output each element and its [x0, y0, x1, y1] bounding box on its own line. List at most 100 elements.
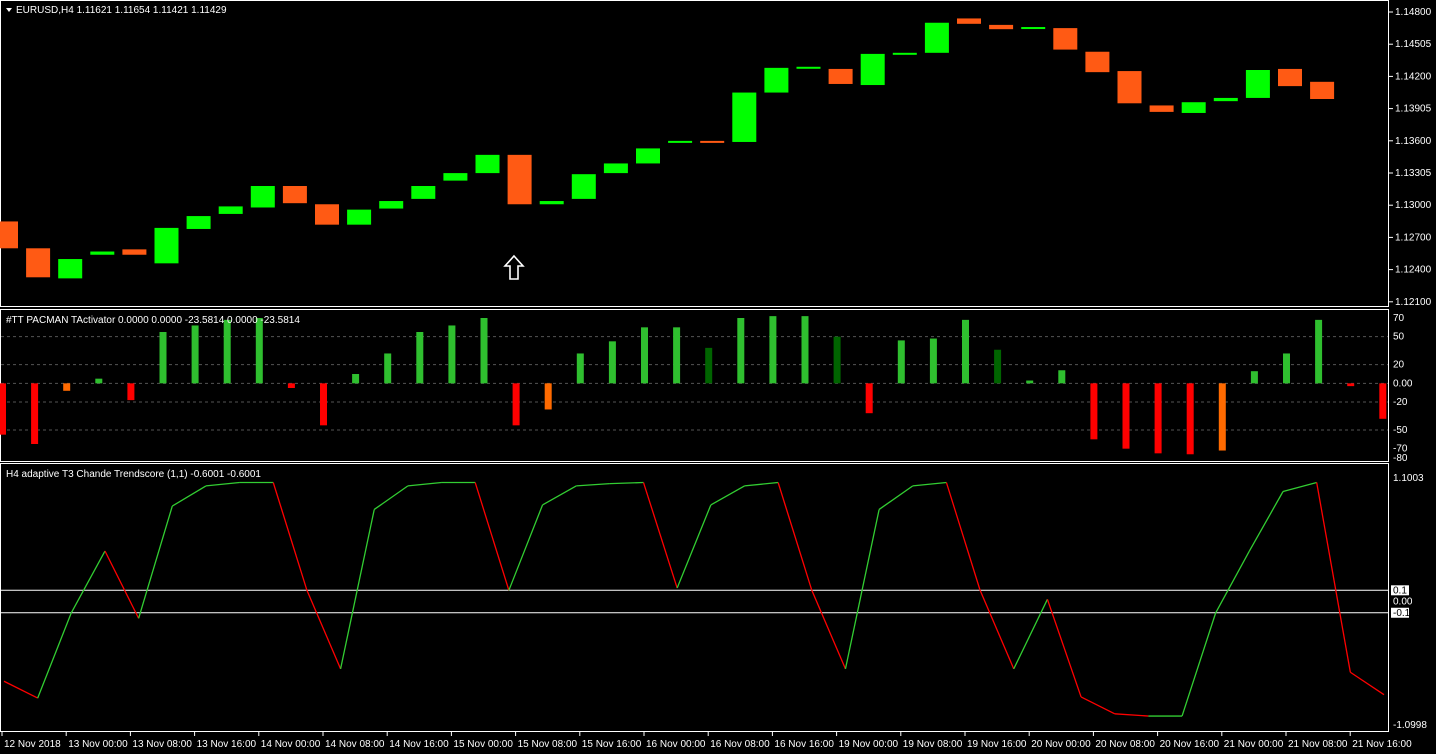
price-tick-label: 1.13600 [1395, 136, 1432, 147]
time-tick-label: 12 Nov 2018 [4, 739, 61, 750]
time-tick-label: 14 Nov 16:00 [389, 739, 449, 750]
bull-candle [411, 186, 436, 199]
histogram-bar [1218, 383, 1226, 451]
histogram-bar [512, 383, 520, 426]
histogram-bar [1122, 383, 1130, 449]
histogram-bar [0, 383, 6, 435]
histogram-bar [994, 349, 1002, 384]
trendscore-segment [945, 482, 981, 591]
bull-candle [924, 22, 949, 53]
trendscore-segment [1349, 671, 1385, 696]
time-tick-label: 15 Nov 16:00 [582, 739, 642, 750]
indicator1-header: #TT PACMAN TActivator 0.0000 0.0000 -23.… [6, 315, 300, 326]
bear-candle [828, 68, 853, 84]
bull-candle [860, 53, 885, 86]
histogram-bar [1250, 371, 1258, 384]
trendscore-segment [642, 482, 678, 589]
time-tick-label: 19 Nov 08:00 [903, 739, 963, 750]
trendscore-segment [373, 485, 409, 511]
bull-candle [1213, 97, 1238, 102]
histogram-bar [63, 383, 71, 391]
bull-candle [539, 201, 564, 205]
bull-candle [475, 154, 500, 174]
main-panel-frame [0, 0, 1389, 307]
indicator1-axis-label: 50 [1393, 332, 1405, 343]
histogram-bar [1154, 383, 1162, 454]
symbol-header[interactable]: EURUSD,H4 1.11621 1.11654 1.11421 1.1142… [6, 5, 227, 16]
bull-candle [571, 174, 596, 199]
time-tick-label: 14 Nov 00:00 [261, 739, 321, 750]
mt4-chart-window[interactable]: 1.14800 1.14505 1.14200 1.13905 1.13600 1.133… [0, 0, 1436, 754]
bull-candle [347, 209, 372, 225]
time-tick-label: 16 Nov 16:00 [774, 739, 834, 750]
histogram-bar [127, 383, 135, 401]
histogram-bar [801, 316, 809, 384]
bear-candle [26, 248, 51, 278]
trendscore-segment [1316, 482, 1351, 673]
time-tick-label: 21 Nov 00:00 [1224, 739, 1284, 750]
indicator1-axis-label: -20 [1393, 397, 1408, 408]
histogram-bar [1058, 370, 1066, 384]
trendscore-segment [37, 612, 72, 699]
price-tick-label: 1.12400 [1395, 265, 1432, 276]
indicator1-axis-label: 70 [1393, 313, 1405, 324]
candles-layer [0, 18, 1335, 279]
histogram-bar [416, 332, 424, 384]
bull-candle [892, 52, 917, 55]
histogram-bar [1347, 383, 1355, 387]
trendscore-segment [1181, 612, 1217, 717]
up-arrow-icon [503, 254, 525, 280]
histogram-bar [95, 378, 103, 384]
trendscore-segment [1013, 598, 1048, 670]
histogram-bar [769, 316, 777, 384]
trendscore-segment [979, 590, 1015, 670]
symbol-header-text: EURUSD,H4 1.11621 1.11654 1.11421 1.1142… [16, 5, 227, 16]
bear-candle [989, 24, 1014, 30]
time-tick-label: 21 Nov 08:00 [1288, 739, 1348, 750]
trendscore-segment [912, 481, 947, 487]
trendscore-segment [1046, 599, 1082, 698]
time-tick-label: 13 Nov 08:00 [132, 739, 192, 750]
histogram-bar [641, 327, 648, 384]
histogram-bar [833, 336, 841, 384]
axes-layer: 1.14800 1.14505 1.14200 1.13905 1.13600 1.133… [1, 7, 1432, 750]
trendscore-segment [272, 482, 308, 591]
indicator2-axis-label: 0.00 [1393, 597, 1413, 608]
histogram-bar [352, 374, 360, 384]
trendscore-segment [609, 481, 644, 485]
bull-candle [154, 227, 179, 264]
bear-candle [1117, 71, 1142, 104]
time-tick-label: 16 Nov 08:00 [710, 739, 770, 750]
time-tick-label: 21 Nov 16:00 [1352, 739, 1412, 750]
trendscore-segment [878, 485, 914, 511]
trendscore-segment [474, 482, 510, 591]
trendscore-segment [744, 481, 779, 487]
indicator1-axis-label: -80 [1393, 453, 1408, 464]
bear-candle [507, 154, 532, 205]
histogram-bar [962, 319, 969, 384]
histogram-bar [737, 318, 745, 384]
time-tick-label: 15 Nov 00:00 [453, 739, 513, 750]
bear-candle [957, 18, 981, 24]
bear-candle [1053, 28, 1078, 50]
trendscore-segment [676, 504, 712, 589]
bull-candle [90, 251, 115, 255]
histogram-layer [0, 316, 1388, 455]
histogram-bar [608, 341, 616, 384]
indicator1-panel-frame [0, 309, 1389, 462]
trendscore-segment [205, 481, 240, 487]
bear-candle [0, 221, 18, 249]
time-tick-label: 14 Nov 08:00 [325, 739, 385, 750]
bull-candle [58, 259, 83, 279]
trendscore-segment [306, 590, 342, 670]
triangle-down-icon[interactable] [6, 8, 12, 12]
histogram-bar [255, 318, 263, 384]
bull-candle [379, 201, 404, 209]
histogram-bar [384, 353, 392, 384]
bull-candle [732, 92, 757, 142]
time-tick-label: 13 Nov 16:00 [197, 739, 257, 750]
trendscore-segment [138, 505, 173, 619]
time-tick-label: 20 Nov 00:00 [1031, 739, 1091, 750]
price-tick-label: 1.14505 [1395, 39, 1432, 50]
trendscore-segment [1080, 696, 1116, 715]
